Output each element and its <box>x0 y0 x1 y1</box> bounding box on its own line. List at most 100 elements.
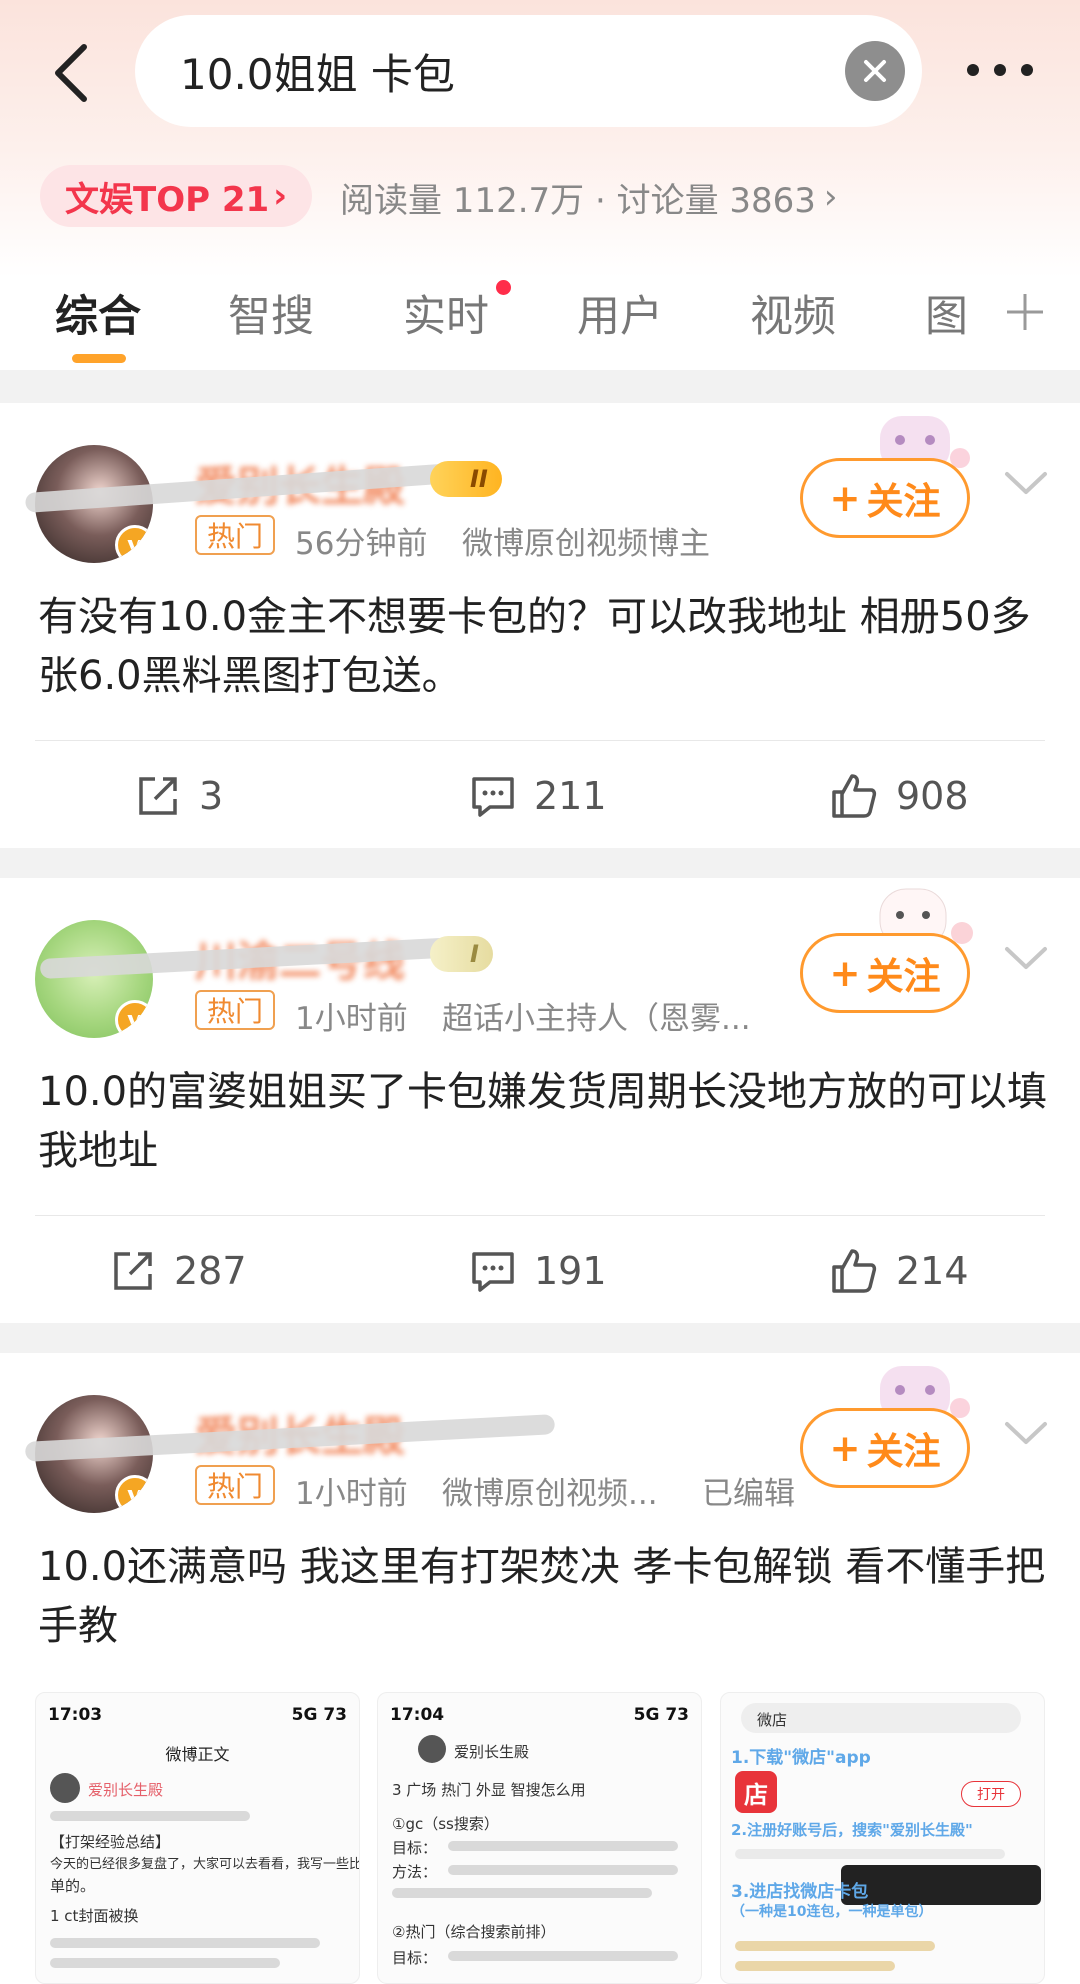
divider <box>35 1215 1045 1216</box>
verified-badge-icon: v <box>115 525 153 563</box>
follow-label: 关注 <box>866 1430 941 1473</box>
blurred-line <box>735 1941 935 1951</box>
plus-icon: + <box>829 476 861 520</box>
post-image[interactable]: 微店 1.下载"微店"app 店 打开 2.注册好账号后，搜索"爱别长生殿" 3… <box>720 1692 1045 1984</box>
repost-button[interactable]: 287 <box>110 1231 247 1311</box>
thumb-line: ①gc（ss搜索） <box>392 1815 499 1833</box>
thumb-line: 目标： <box>392 1949 438 1967</box>
shop-app-icon: 店 <box>735 1771 777 1813</box>
back-button[interactable] <box>40 38 100 108</box>
status-bar: 17:03 5G 73 <box>48 1705 347 1725</box>
post-time: 56分钟前 <box>295 526 428 562</box>
post-text: 有没有10.0金主不想要卡包的？可以改我地址 相册50多张6.0黑料黑图打包送。 <box>38 594 1031 699</box>
back-arrow-icon <box>55 44 87 102</box>
repost-count: 287 <box>174 1249 247 1293</box>
thumb-name: 爱别长生殿 <box>454 1743 530 1761</box>
search-tabs: 综合 智搜 实时 用户 视频 图 <box>0 270 1080 370</box>
hot-tag: 热门 <box>195 990 276 1030</box>
status-network: 5G 73 <box>633 1705 689 1725</box>
follow-button[interactable]: + 关注 <box>800 933 970 1013</box>
thumb-search-text: 微店 <box>757 1711 788 1729</box>
add-tab-button[interactable] <box>995 282 1055 342</box>
comment-button[interactable]: 191 <box>470 1231 607 1311</box>
tab-users[interactable]: 用户 <box>577 282 663 344</box>
blurred-line <box>735 1849 1005 1859</box>
like-button[interactable]: 908 <box>830 756 969 836</box>
comment-button[interactable]: 211 <box>470 756 607 836</box>
blurred-line <box>392 1888 652 1898</box>
repost-count: 3 <box>199 774 224 818</box>
like-count: 214 <box>896 1249 969 1293</box>
avatar[interactable]: v <box>35 920 153 1038</box>
stats-arrow-icon: › <box>823 177 838 217</box>
repost-icon <box>114 1252 152 1290</box>
follow-button[interactable]: + 关注 <box>800 458 970 538</box>
post-card: v 爱别长生殿 II 热门 56分钟前 微博原创视频博主 + 关注 有没有10.… <box>0 403 1080 848</box>
search-input[interactable] <box>180 33 800 109</box>
post-image[interactable]: 17:04 5G 73 爱别长生殿 3 广场 热门 外显 智搜怎么用 ①gc（s… <box>377 1692 702 1984</box>
topic-stats[interactable]: 阅读量 112.7万 · 讨论量 3863 › <box>340 172 838 222</box>
post-source: 超话小主持人（恩雾... <box>442 1001 751 1037</box>
thumb-line: 【打架经验总结】 <box>50 1833 171 1851</box>
clear-search-button[interactable] <box>845 41 905 101</box>
level-text: II <box>470 465 488 493</box>
post-menu-button[interactable] <box>998 1405 1054 1461</box>
tab-realtime[interactable]: 实时 <box>403 282 489 344</box>
post-actions: 3 211 908 <box>0 756 1080 836</box>
blurred-line <box>448 1865 678 1875</box>
plus-icon <box>1007 294 1043 330</box>
post-image[interactable]: 17:03 5G 73 微博正文 爱别长生殿 【打架经验总结】 今天的已经很多复… <box>35 1692 360 1984</box>
thumb-line: 目标： <box>392 1839 438 1857</box>
comment-icon <box>472 777 514 817</box>
thumb-line: 3 广场 热门 外显 智搜怎么用 <box>392 1781 586 1799</box>
chevron-down-icon <box>1005 472 1047 494</box>
thumbs-up-icon <box>832 1249 877 1293</box>
post-time: 1小时前 <box>295 1001 408 1037</box>
chevron-down-icon <box>1005 947 1047 969</box>
more-options-button[interactable] <box>955 40 1045 100</box>
follow-button[interactable]: + 关注 <box>800 1408 970 1488</box>
post-text: 10.0还满意吗 我这里有打架焚决 孝卡包解锁 看不懂手把手教 <box>38 1544 1046 1649</box>
rank-arrow-icon: › <box>273 176 288 216</box>
thumb-step: 2.注册好账号后，搜索"爱别长生殿" <box>731 1821 973 1839</box>
clear-x-icon <box>864 60 886 82</box>
thumb-name: 爱别长生殿 <box>88 1781 164 1799</box>
tab-images[interactable]: 图 <box>925 282 968 344</box>
thumb-step: 1.下载"微店"app <box>731 1748 871 1768</box>
topic-stats-text: 阅读量 112.7万 · 讨论量 3863 <box>340 180 816 221</box>
comment-count: 211 <box>534 774 607 818</box>
verified-badge-icon: v <box>115 1000 153 1038</box>
thumb-line: 1 ct封面被换 <box>50 1907 139 1925</box>
status-time: 17:04 <box>390 1705 445 1725</box>
post-source: 微博原创视频博主 <box>462 526 710 562</box>
post-actions: 287 191 214 <box>0 1231 1080 1311</box>
blurred-line <box>735 1961 895 1971</box>
post-menu-button[interactable] <box>998 455 1054 511</box>
search-box[interactable] <box>135 15 922 127</box>
active-tab-indicator <box>72 354 126 363</box>
chevron-down-icon <box>1005 1422 1047 1444</box>
follow-label: 关注 <box>866 480 941 523</box>
tab-smart-search[interactable]: 智搜 <box>228 282 314 344</box>
member-level-badge: II <box>430 461 502 497</box>
avatar <box>50 1773 80 1803</box>
comment-count: 191 <box>534 1249 607 1293</box>
repost-button[interactable]: 3 <box>135 756 223 836</box>
repost-icon <box>139 777 177 815</box>
tab-video[interactable]: 视频 <box>750 282 836 344</box>
tab-comprehensive[interactable]: 综合 <box>55 282 141 344</box>
post-image-grid: 17:03 5G 73 微博正文 爱别长生殿 【打架经验总结】 今天的已经很多复… <box>35 1692 1045 1984</box>
post-text: 10.0的富婆姐姐买了卡包嫌发货周期长没地方放的可以填我地址 <box>38 1069 1048 1174</box>
divider <box>35 740 1045 741</box>
like-button[interactable]: 214 <box>830 1231 969 1311</box>
member-level-badge: I <box>430 936 493 972</box>
video-overlay <box>841 1865 1041 1905</box>
thumb-line: ②热门（综合搜索前排） <box>392 1923 556 1941</box>
topic-rank-badge[interactable]: 文娱TOP 21 › <box>40 165 313 227</box>
thumb-step: 3.进店找微店卡包 <box>731 1882 869 1902</box>
post-card: v 川渝二号线 I 热门 1小时前 超话小主持人（恩雾... + 关注 10.0… <box>0 878 1080 1323</box>
level-text: I <box>470 940 479 968</box>
thumb-line: 单的。 <box>50 1877 96 1895</box>
post-source: 微博原创视频... <box>442 1476 658 1512</box>
post-menu-button[interactable] <box>998 930 1054 986</box>
